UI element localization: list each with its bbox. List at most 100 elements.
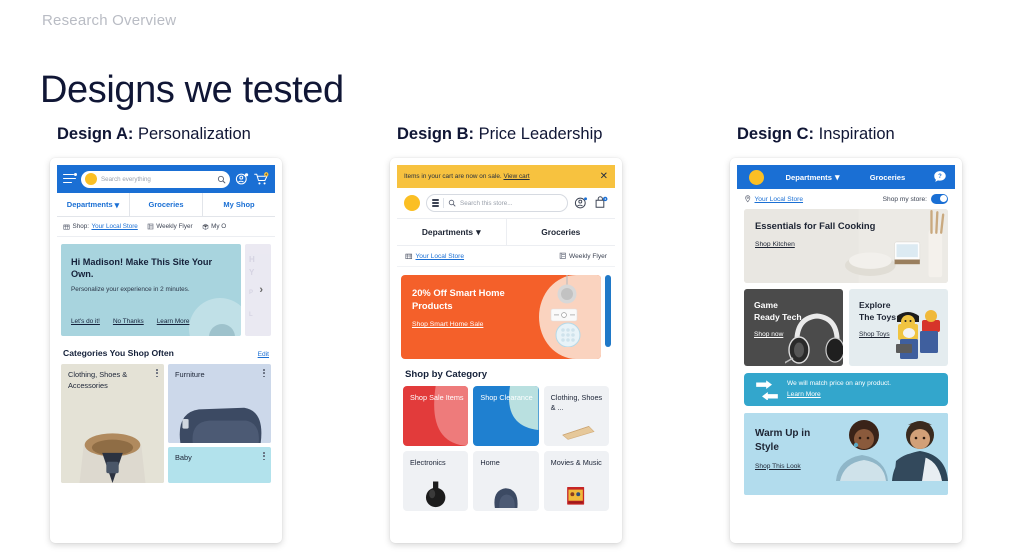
warm-up-link[interactable]: Shop This Look: [755, 463, 801, 470]
hero-action-learn-more[interactable]: Learn More: [157, 318, 190, 325]
category-tile-baby[interactable]: Baby: [168, 447, 271, 483]
secondary-nav-a: Shop: Your Local Store Weekly Flyer My O: [57, 217, 275, 237]
price-match-banner[interactable]: We will match price on any product. Lear…: [744, 373, 948, 406]
app-header-a: Search everything 4: [57, 165, 275, 193]
design-c-label: Design C:: [737, 125, 815, 143]
shop-my-store-label: Shop my store:: [882, 195, 927, 203]
hamburger-menu-icon[interactable]: [63, 172, 77, 185]
sale-banner-view-cart-link[interactable]: View cart: [503, 173, 529, 180]
sale-banner-b: Items in your cart are now on sale. View…: [397, 165, 615, 188]
yellow-circle-logo: [748, 169, 764, 185]
help-segment[interactable]: ?: [925, 170, 955, 184]
chevron-right-icon[interactable]: ›: [259, 284, 263, 296]
category-tile-home[interactable]: Home: [473, 451, 539, 511]
subnav-local-store-link[interactable]: Your Local Store: [416, 253, 465, 260]
logo-segment[interactable]: [737, 169, 775, 185]
nav-departments-label: Departments: [421, 227, 474, 237]
account-icon[interactable]: [574, 196, 588, 210]
page-title: Designs we tested: [40, 69, 344, 112]
nav-departments[interactable]: Departments ▾: [57, 193, 130, 216]
subnav-local-store[interactable]: Your Local Store: [405, 252, 464, 260]
subnav-local-store-link[interactable]: Your Local Store: [755, 196, 804, 203]
shop-kitchen-link[interactable]: Shop Kitchen: [755, 241, 795, 248]
category-tile-clothing-label: Clothing, Shoes & Accessories: [68, 370, 128, 390]
close-icon[interactable]: ✕: [600, 171, 608, 182]
shop-my-store-control[interactable]: Shop my store:: [883, 194, 948, 204]
shop-by-category-heading: Shop by Category: [405, 369, 488, 380]
design-a-label: Design A:: [57, 125, 134, 143]
category-tile-movies-music[interactable]: Movies & Music: [543, 451, 609, 511]
design-b-name: Price Leadership: [478, 125, 603, 143]
flyer-icon: [147, 223, 154, 230]
shop-my-store-toggle[interactable]: [931, 194, 948, 204]
search-icon: [448, 199, 456, 207]
category-tile-clearance[interactable]: Shop Clearance: [473, 386, 539, 446]
subnav-local-store-link[interactable]: Your Local Store: [91, 223, 137, 230]
nav-groceries[interactable]: Groceries: [130, 193, 203, 216]
category-tile-clearance-label: Shop Clearance: [480, 393, 533, 402]
tile-options-icon[interactable]: [263, 452, 265, 461]
subnav-local-store[interactable]: Your Local Store: [744, 195, 803, 203]
tile-options-icon[interactable]: [263, 369, 265, 378]
category-tile-sale-items[interactable]: Shop Sale Items: [403, 386, 469, 446]
nav-departments[interactable]: Departments ▾: [397, 219, 507, 245]
smart-home-promo-card[interactable]: 20% Off Smart Home Products Shop Smart H…: [401, 275, 601, 359]
personalization-hero-card[interactable]: Hi Madison! Make This Site Your Own. Per…: [61, 244, 241, 336]
promo-link-b[interactable]: Shop Smart Home Sale: [412, 321, 483, 328]
fall-cooking-hero[interactable]: Essentials for Fall Cooking Shop Kitchen: [744, 209, 948, 283]
category-tile-clothing[interactable]: Clothing, Shoes & Accessories: [61, 364, 164, 483]
nav-groceries-label: Groceries: [148, 200, 184, 209]
game-ready-tech-link[interactable]: Shop now: [754, 331, 783, 338]
search-input[interactable]: Search everything: [81, 170, 230, 188]
carousel-next-card-preview[interactable]: H Y P L ›: [245, 244, 271, 336]
nav-departments-label: Departments: [66, 200, 113, 209]
price-match-text: We will match price on any product.: [787, 380, 891, 388]
cart-icon[interactable]: 4: [254, 172, 269, 186]
help-bubble-icon: ?: [934, 171, 946, 182]
category-tile-clothing-label: Clothing, Shoes & ...: [550, 393, 603, 413]
yellow-circle-logo[interactable]: [404, 195, 420, 211]
cart-count: 4: [604, 197, 606, 201]
list-menu-icon[interactable]: [432, 199, 439, 207]
secondary-nav-c: Your Local Store Shop my store:: [737, 189, 955, 209]
bean-bag-chair-photo: [168, 395, 271, 443]
explore-toys-card[interactable]: Explore The Toys Shop Toys: [849, 289, 948, 366]
warm-up-in-style-banner[interactable]: Warm Up in Style Shop This Look: [744, 413, 948, 495]
game-ready-tech-title: Game Ready Tech: [754, 300, 802, 323]
search-placeholder: Search everything: [101, 175, 151, 183]
category-tile-electronics[interactable]: Electronics: [403, 451, 469, 511]
category-tile-clothing[interactable]: Clothing, Shoes & ...: [543, 386, 609, 446]
nav-departments[interactable]: Departments ▾: [775, 173, 850, 182]
promo-carousel-b: 20% Off Smart Home Products Shop Smart H…: [397, 267, 615, 359]
category-tile-electronics-label: Electronics: [410, 458, 446, 467]
search-input[interactable]: Search this store...: [426, 194, 568, 212]
carousel-next-card-edge[interactable]: [605, 275, 611, 347]
primary-nav-b: Departments ▾ Groceries: [397, 218, 615, 246]
categories-edit-link[interactable]: Edit: [258, 351, 269, 358]
category-tile-furniture[interactable]: Furniture: [168, 364, 271, 443]
subnav-weekly-flyer[interactable]: Weekly Flyer: [559, 252, 607, 260]
explore-toys-title: Explore The Toys: [859, 300, 897, 323]
game-ready-tech-card[interactable]: Game Ready Tech Shop now: [744, 289, 843, 366]
design-a-heading: Design A: Personalization: [57, 125, 330, 144]
subnav-weekly-flyer[interactable]: Weekly Flyer: [147, 223, 193, 230]
subnav-my-orders[interactable]: My O: [202, 223, 226, 230]
hero-action-no-thanks[interactable]: No Thanks: [113, 318, 144, 325]
nav-groceries-label: Groceries: [869, 172, 906, 182]
cart-icon[interactable]: 4: [594, 196, 608, 210]
phone-mockup-c: Departments ▾ Groceries ? Your Local Sto…: [730, 158, 962, 543]
couple-in-sweaters-photo: [830, 413, 948, 481]
explore-toys-link[interactable]: Shop Toys: [859, 331, 890, 338]
nav-my-shop[interactable]: My Shop: [203, 193, 275, 216]
price-match-learn-more-link[interactable]: Learn More: [787, 391, 821, 398]
subnav-local-store[interactable]: Shop: Your Local Store: [63, 223, 138, 230]
nav-groceries[interactable]: Groceries: [850, 173, 925, 182]
store-icon: [63, 224, 70, 230]
account-icon[interactable]: [235, 172, 249, 186]
nav-groceries[interactable]: Groceries: [507, 219, 616, 245]
store-icon: [405, 254, 413, 260]
hero-action-lets-do-it[interactable]: Let's do it!: [71, 318, 100, 325]
search-icon[interactable]: [217, 175, 226, 184]
personalization-carousel: Hi Madison! Make This Site Your Own. Per…: [57, 244, 275, 336]
tile-options-icon[interactable]: [156, 369, 158, 378]
